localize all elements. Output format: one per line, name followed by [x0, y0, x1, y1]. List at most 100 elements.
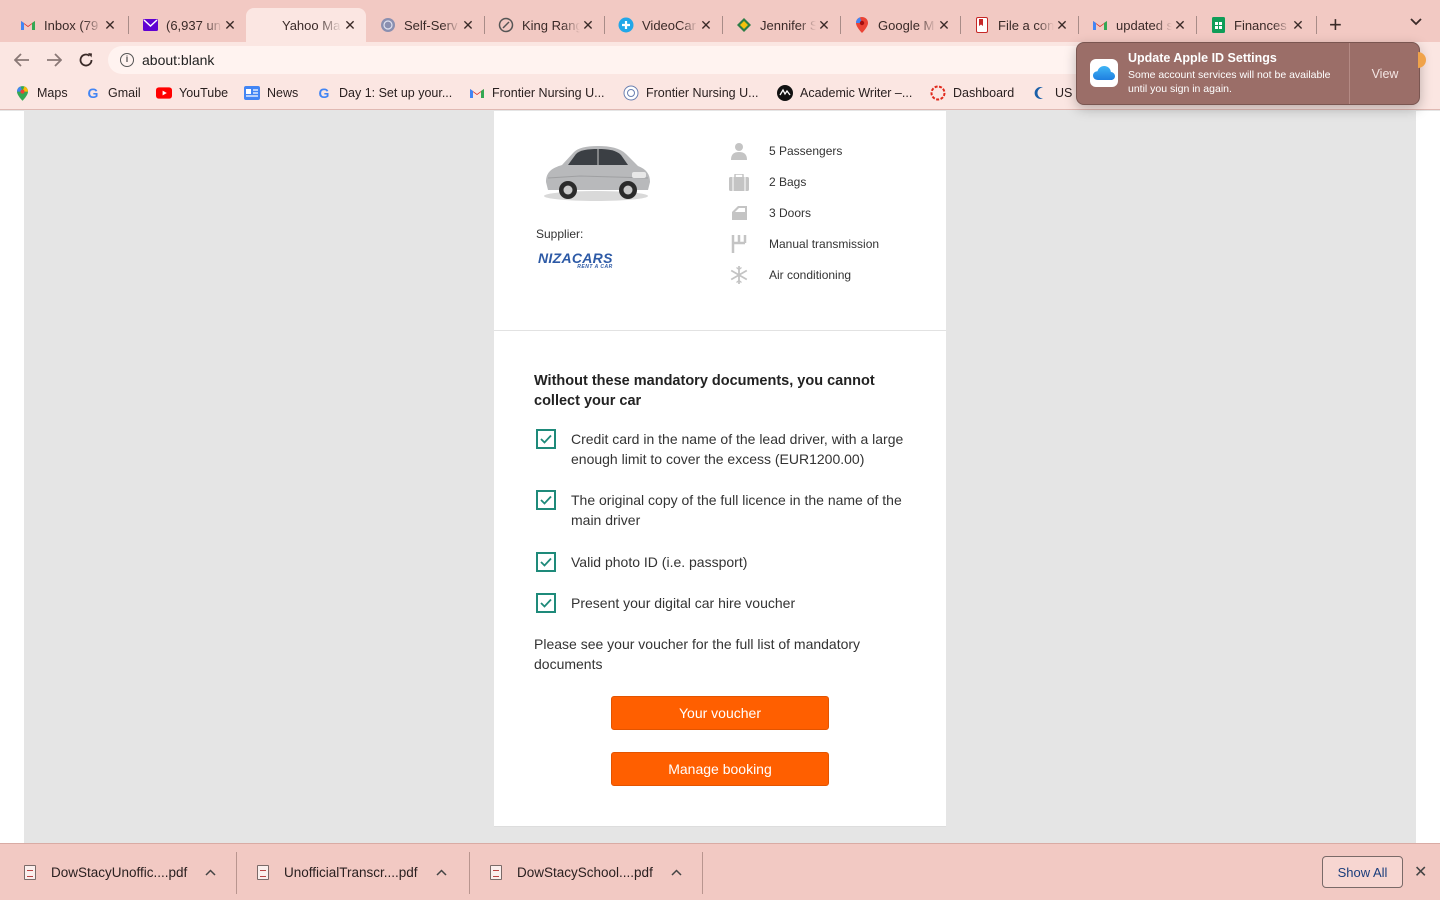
apple-id-notification[interactable]: Update Apple ID Settings Some account se… [1076, 42, 1420, 105]
address-bar[interactable]: i about:blank [108, 46, 1108, 74]
supplier-label: Supplier: [536, 227, 584, 241]
bookmark-label: Dashboard [953, 86, 1015, 100]
tab-self-service[interactable]: Self-Serv ✕ [366, 8, 484, 42]
back-button[interactable] [10, 48, 34, 72]
tab-finances[interactable]: Finances ✕ [1196, 8, 1314, 42]
seal-icon [623, 85, 639, 101]
tab-search-button[interactable] [1410, 14, 1422, 29]
close-icon[interactable]: ✕ [460, 17, 476, 34]
pdf-file-icon [490, 865, 502, 880]
bookmark-frontier-1[interactable]: Frontier Nursing U... [469, 85, 605, 101]
your-voucher-button[interactable]: Your voucher [611, 696, 829, 730]
close-icon[interactable]: ✕ [1054, 17, 1070, 34]
close-icon[interactable]: ✕ [816, 17, 832, 34]
google-icon: G [318, 85, 330, 101]
download-item[interactable]: UnofficialTranscr....pdf [257, 844, 447, 900]
download-item[interactable]: DowStacyUnoffic....pdf [24, 844, 216, 900]
info-icon[interactable]: i [120, 53, 134, 67]
close-icon[interactable]: ✕ [936, 17, 952, 34]
close-icon[interactable]: ✕ [580, 17, 596, 34]
gmail-icon [20, 17, 36, 33]
ring-icon [498, 17, 514, 33]
notification-view-button[interactable]: View [1349, 43, 1421, 104]
documents-note: Please see your voucher for the full lis… [534, 636, 861, 672]
spec-passengers: 5 Passengers [728, 142, 842, 160]
address-text: about:blank [142, 52, 215, 68]
spec-transmission: Manual transmission [728, 235, 879, 253]
bookmark-youtube[interactable]: YouTube [156, 85, 228, 101]
check-icon [536, 593, 556, 613]
bookmark-label: News [267, 86, 299, 100]
close-icon[interactable]: ✕ [102, 17, 118, 34]
tab-label: updated s [1116, 17, 1172, 33]
chevron-up-icon[interactable] [205, 867, 216, 879]
supplier-logo: NIZACARS RENT A CAR [538, 250, 613, 270]
icloud-icon [1090, 59, 1118, 87]
tab-google-maps[interactable]: Google M ✕ [840, 8, 960, 42]
close-icon[interactable]: ✕ [698, 17, 714, 34]
news-icon [244, 85, 260, 101]
bag-icon [728, 173, 750, 191]
tab-label: Google M [878, 17, 935, 33]
tab-videocar[interactable]: VideoCar ✕ [604, 8, 722, 42]
page-margin-right [1416, 111, 1440, 843]
document-text: The original copy of the full licence in… [571, 492, 902, 528]
document-item-licence: The original copy of the full licence in… [536, 490, 916, 530]
bookmark-day1[interactable]: G Day 1: Set up your... [316, 85, 453, 101]
spec-label: Air conditioning [769, 268, 852, 282]
dashboard-icon [930, 85, 946, 101]
tab-label: (6,937 un [166, 17, 221, 33]
close-icon[interactable]: ✕ [222, 17, 238, 34]
bookmark-frontier-2[interactable]: Frontier Nursing U... [623, 85, 759, 101]
tab-label: VideoCar [642, 17, 696, 33]
maps-pin-icon [854, 17, 870, 33]
document-item-voucher: Present your digital car hire voucher [536, 593, 916, 613]
download-filename: DowStacyUnoffic....pdf [51, 865, 188, 880]
gmail-icon [469, 85, 485, 101]
maps-pin-icon [14, 85, 30, 101]
crescent-icon [1032, 85, 1048, 101]
spec-label: Manual transmission [769, 237, 880, 251]
reload-button[interactable] [74, 48, 98, 72]
show-all-downloads-button[interactable]: Show All [1322, 856, 1403, 888]
tab-inbox[interactable]: Inbox (79 ✕ [6, 8, 126, 42]
tab-yahoo-mail-count[interactable]: (6,937 un ✕ [128, 8, 246, 42]
document-text: Present your digital car hire voucher [571, 595, 796, 611]
spec-doors: 3 Doors [728, 204, 811, 222]
globe-icon [380, 17, 396, 33]
forward-button[interactable] [42, 48, 66, 72]
chevron-up-icon[interactable] [671, 867, 682, 879]
document-text: Credit card in the name of the lead driv… [571, 431, 904, 467]
bookmark-us[interactable]: US [1032, 85, 1072, 101]
tab-king-ranch[interactable]: King Rang ✕ [484, 8, 604, 42]
tab-label: Inbox (79 [44, 17, 99, 33]
tab-jennifer[interactable]: Jennifer S ✕ [722, 8, 840, 42]
tab-label: File a con [998, 17, 1054, 33]
gmail-icon [1092, 17, 1108, 33]
document-text: Valid photo ID (i.e. passport) [571, 554, 748, 570]
bookmark-maps[interactable]: Maps [14, 85, 68, 101]
bookmark-label: Gmail [108, 86, 141, 100]
bookmark-academic-writer[interactable]: Academic Writer –... [777, 85, 912, 101]
close-icon[interactable]: ✕ [1290, 17, 1306, 34]
youtube-icon [156, 85, 172, 101]
close-icon[interactable]: ✕ [1172, 17, 1188, 34]
card-bottom-border [494, 826, 946, 827]
tab-file-complaint[interactable]: File a con ✕ [960, 8, 1078, 42]
new-tab-button[interactable]: + [1329, 12, 1342, 38]
close-icon[interactable]: ✕ [1414, 862, 1427, 882]
tab-label: King Rang [522, 17, 580, 33]
door-icon [728, 204, 750, 222]
download-item[interactable]: DowStacySchool....pdf [490, 844, 682, 900]
tab-updated[interactable]: updated s ✕ [1078, 8, 1196, 42]
bookmark-news[interactable]: News [244, 85, 298, 101]
tab-yahoo-mail-active[interactable]: Yahoo Ma ✕ [246, 8, 366, 42]
bookmark-label: YouTube [179, 86, 229, 100]
bookmark-gmail[interactable]: G Gmail [85, 85, 141, 101]
documents-heading: Without these mandatory documents, you c… [534, 373, 875, 409]
chevron-up-icon[interactable] [436, 867, 447, 879]
bookmark-dashboard[interactable]: Dashboard [930, 85, 1014, 101]
manage-booking-button[interactable]: Manage booking [611, 752, 829, 786]
close-icon[interactable]: ✕ [342, 17, 358, 34]
bookmark-label: Frontier Nursing U... [492, 86, 605, 100]
